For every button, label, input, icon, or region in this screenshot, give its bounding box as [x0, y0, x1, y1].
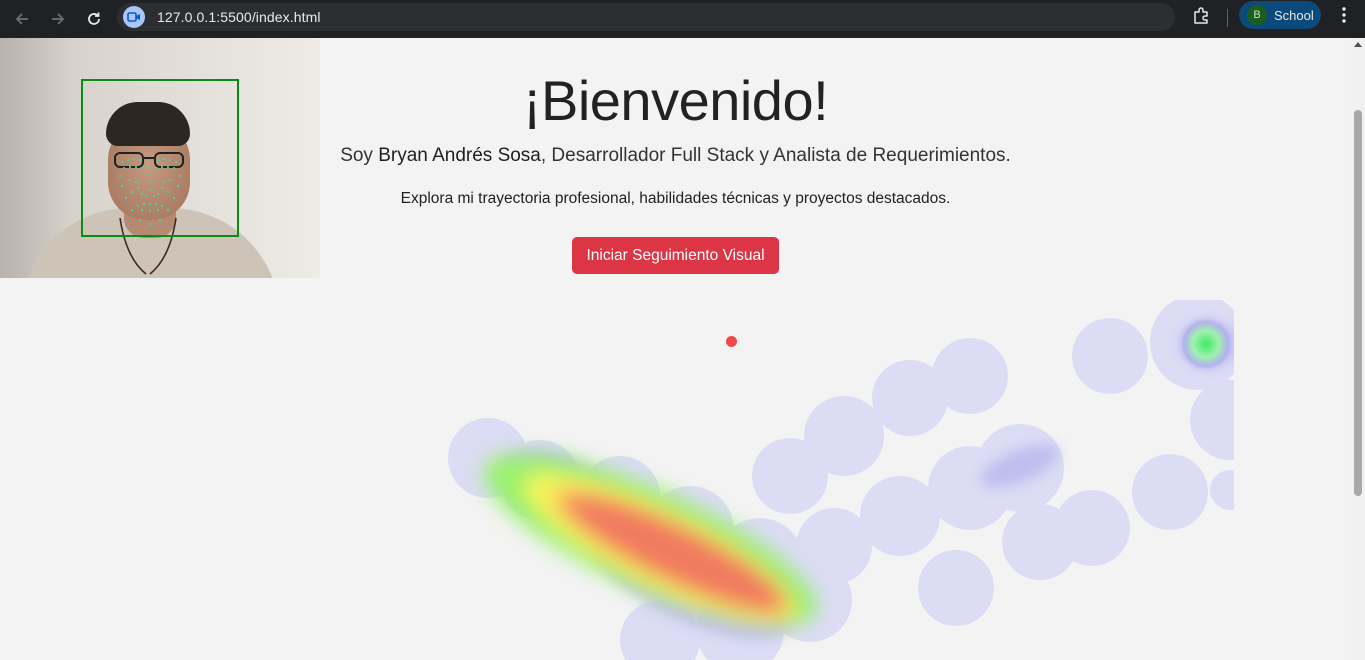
- gaze-heatmap: [448, 300, 1234, 660]
- toolbar-divider: [1227, 9, 1228, 27]
- reload-button[interactable]: [80, 5, 108, 33]
- browser-menu-button[interactable]: [1333, 4, 1355, 26]
- scroll-up-arrow-icon[interactable]: [1354, 42, 1362, 47]
- intro-suffix: , Desarrollador Full Stack y Analista de…: [540, 145, 1011, 166]
- page-title-text: ¡Bienvenido!: [522, 69, 829, 132]
- site-info-icon[interactable]: [123, 6, 145, 28]
- avatar: B: [1247, 5, 1267, 25]
- puzzle-icon: [1194, 7, 1208, 24]
- page-scrollbar[interactable]: [1351, 38, 1365, 660]
- scroll-thumb[interactable]: [1354, 110, 1362, 496]
- start-visual-tracking-button[interactable]: Iniciar Seguimiento Visual: [572, 237, 779, 274]
- extensions-button[interactable]: [1190, 4, 1212, 26]
- profile-chip[interactable]: B School: [1239, 1, 1321, 29]
- reload-icon: [88, 12, 100, 25]
- address-bar[interactable]: 127.0.0.1:5500/index.html: [117, 3, 1275, 31]
- more-vertical-icon: [1342, 7, 1346, 23]
- forward-button[interactable]: [44, 5, 72, 33]
- back-button[interactable]: [8, 5, 36, 33]
- arrow-right-icon: [52, 13, 65, 25]
- browser-toolbar: 127.0.0.1:5500/index.html B School: [0, 0, 1365, 38]
- url-text: 127.0.0.1:5500/index.html: [157, 9, 321, 25]
- profile-name: School: [1274, 7, 1314, 23]
- video-camera-icon: [127, 12, 140, 22]
- intro-prefix: Soy: [340, 145, 379, 166]
- explore-text: Explora mi trayectoria profesional, habi…: [400, 190, 951, 207]
- page-viewport: ¡Bienvenido! Soy Bryan Andrés Sosa, Desa…: [0, 38, 1351, 660]
- page-title: ¡Bienvenido!: [0, 68, 1351, 133]
- intro-name: Bryan Andrés Sosa: [378, 145, 541, 166]
- arrow-left-icon: [15, 13, 28, 25]
- intro-text: Soy Bryan Andrés Sosa, Desarrollador Ful…: [340, 145, 1011, 167]
